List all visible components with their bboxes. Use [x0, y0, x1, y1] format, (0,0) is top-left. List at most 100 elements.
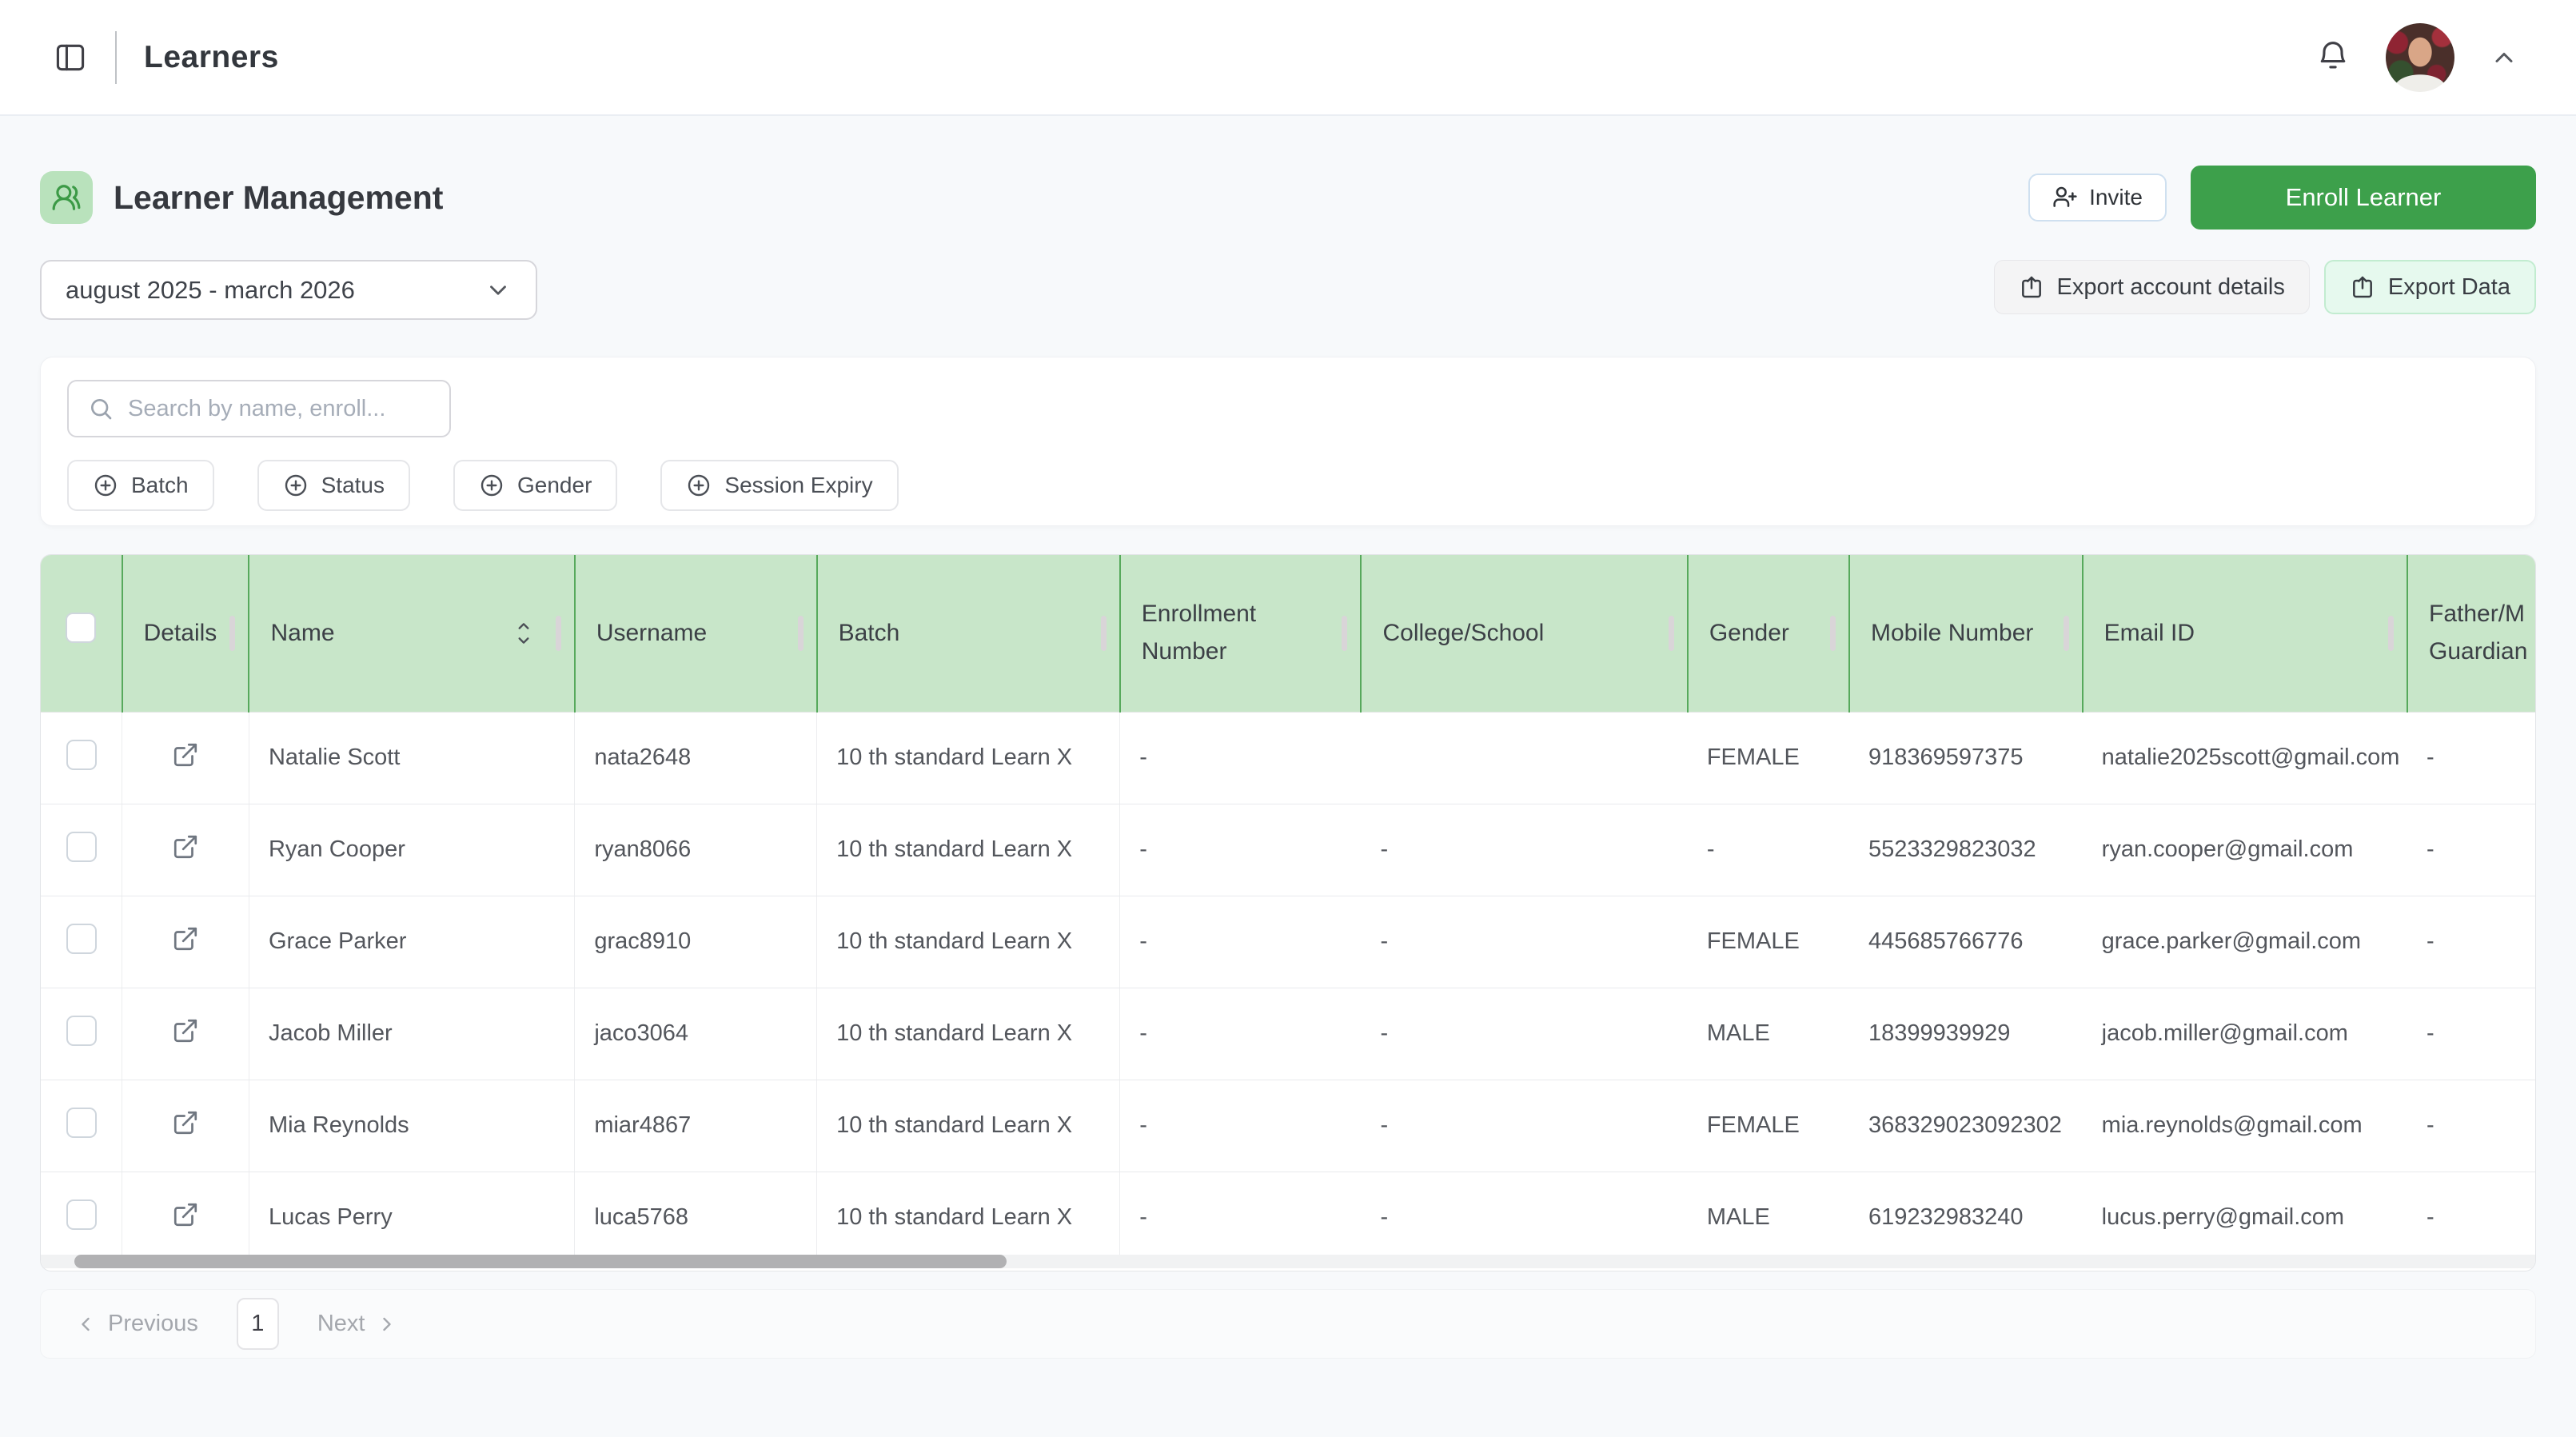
column-header-college[interactable]: College/School: [1361, 555, 1687, 712]
panel-left-icon: [53, 40, 88, 75]
export-account-details-button[interactable]: Export account details: [1994, 260, 2310, 314]
filter-card: Batch Status Gender Session Expiry: [40, 357, 2536, 526]
next-label: Next: [317, 1311, 365, 1337]
column-header-guardian[interactable]: Father/M Guardian: [2407, 555, 2535, 712]
row-checkbox[interactable]: [66, 1016, 97, 1046]
column-resize-handle[interactable]: [798, 616, 804, 651]
avatar[interactable]: [2386, 23, 2454, 92]
cell-batch: 10 th standard Learn X: [817, 1172, 1120, 1263]
open-details-button[interactable]: [172, 741, 199, 768]
column-resize-handle[interactable]: [229, 616, 235, 651]
column-resize-handle[interactable]: [1101, 616, 1107, 651]
cell-email: grace.parker@gmail.com: [2083, 896, 2407, 988]
cell-enrollment: -: [1120, 1080, 1362, 1172]
page-title: Learners: [144, 40, 279, 75]
sidebar-toggle-button[interactable]: [53, 40, 88, 75]
cell-name: Natalie Scott: [249, 712, 574, 804]
export-data-button[interactable]: Export Data: [2324, 260, 2536, 314]
filter-chip-session-expiry[interactable]: Session Expiry: [660, 460, 898, 511]
cell-gender: FEMALE: [1688, 896, 1849, 988]
cell-mobile: 918369597375: [1849, 712, 2083, 804]
column-header-name[interactable]: Name: [249, 555, 574, 712]
open-details-button[interactable]: [172, 1201, 199, 1228]
open-details-button[interactable]: [172, 833, 199, 860]
column-header-email[interactable]: Email ID: [2083, 555, 2407, 712]
topbar-right: [2315, 23, 2518, 92]
filter-chip-status[interactable]: Status: [257, 460, 410, 511]
bell-icon: [2315, 40, 2351, 75]
cell-name: Jacob Miller: [249, 988, 574, 1080]
cell-username: nata2648: [575, 712, 817, 804]
session-dropdown[interactable]: august 2025 - march 2026: [40, 260, 537, 320]
column-header-mobile[interactable]: Mobile Number: [1849, 555, 2083, 712]
filter-chip-gender[interactable]: Gender: [453, 460, 617, 511]
cell-college: [1361, 712, 1687, 804]
external-link-icon: [172, 833, 199, 860]
open-details-button[interactable]: [172, 1017, 199, 1044]
filter-chip-label: Batch: [131, 473, 189, 498]
row-checkbox[interactable]: [66, 1199, 97, 1230]
external-link-icon: [172, 741, 199, 768]
horizontal-scrollbar-track[interactable]: [41, 1255, 2535, 1268]
column-resize-handle[interactable]: [1342, 616, 1347, 651]
row-checkbox[interactable]: [66, 832, 97, 862]
column-resize-handle[interactable]: [556, 616, 561, 651]
column-header-enrollment[interactable]: Enrollment Number: [1120, 555, 1362, 712]
section-title: Learner Management: [114, 179, 443, 217]
next-page-button[interactable]: Next: [317, 1311, 399, 1337]
column-resize-handle[interactable]: [2064, 616, 2069, 651]
open-details-button[interactable]: [172, 1109, 199, 1136]
current-page-button[interactable]: 1: [237, 1298, 279, 1350]
notifications-button[interactable]: [2315, 40, 2351, 75]
column-resize-handle[interactable]: [2388, 616, 2394, 651]
horizontal-scrollbar-thumb[interactable]: [74, 1255, 1007, 1268]
row-checkbox[interactable]: [66, 924, 97, 954]
cell-batch: 10 th standard Learn X: [817, 712, 1120, 804]
column-header-gender[interactable]: Gender: [1688, 555, 1849, 712]
cell-guardian: -: [2407, 896, 2535, 988]
open-details-button[interactable]: [172, 925, 199, 952]
topbar-divider: [115, 31, 117, 84]
search-box: [67, 380, 451, 437]
main-content: Learner Management Invite Enroll Learner…: [0, 166, 2576, 1359]
cell-college: -: [1361, 1172, 1687, 1263]
cell-email: ryan.cooper@gmail.com: [2083, 804, 2407, 896]
heading-row: Learner Management Invite Enroll Learner: [40, 166, 2536, 230]
enroll-learner-button[interactable]: Enroll Learner: [2191, 166, 2536, 230]
cell-guardian: -: [2407, 1080, 2535, 1172]
column-resize-handle[interactable]: [1830, 616, 1836, 651]
column-header-username[interactable]: Username: [575, 555, 817, 712]
table-header-row: Details Name Username: [41, 555, 2535, 712]
row-checkbox[interactable]: [66, 1108, 97, 1138]
column-header-details[interactable]: Details: [122, 555, 249, 712]
table-row: Jacob Miller jaco3064 10 th standard Lea…: [41, 988, 2535, 1080]
cell-name: Mia Reynolds: [249, 1080, 574, 1172]
cell-name: Grace Parker: [249, 896, 574, 988]
profile-menu-toggle[interactable]: [2490, 43, 2518, 72]
export-icon: [2019, 274, 2044, 300]
select-all-checkbox[interactable]: [66, 613, 96, 643]
column-resize-handle[interactable]: [1669, 616, 1674, 651]
search-input[interactable]: [128, 396, 430, 422]
cell-gender: MALE: [1688, 1172, 1849, 1263]
cell-college: -: [1361, 988, 1687, 1080]
cell-mobile: 5523329823032: [1849, 804, 2083, 896]
export-account-label: Export account details: [2057, 274, 2285, 301]
cell-email: mia.reynolds@gmail.com: [2083, 1080, 2407, 1172]
row-checkbox[interactable]: [66, 740, 97, 770]
filter-chip-batch[interactable]: Batch: [67, 460, 214, 511]
filter-chips: Batch Status Gender Session Expiry: [67, 460, 2509, 511]
cell-guardian: -: [2407, 712, 2535, 804]
sort-icon[interactable]: [513, 620, 534, 647]
filter-chip-label: Gender: [517, 473, 592, 498]
cell-mobile: 368329023092302: [1849, 1080, 2083, 1172]
pagination: Previous 1 Next: [40, 1289, 2536, 1359]
cell-username: luca5768: [575, 1172, 817, 1263]
invite-button[interactable]: Invite: [2028, 174, 2167, 222]
cell-username: miar4867: [575, 1080, 817, 1172]
cell-username: ryan8066: [575, 804, 817, 896]
cell-gender: FEMALE: [1688, 712, 1849, 804]
cell-enrollment: -: [1120, 988, 1362, 1080]
column-header-batch[interactable]: Batch: [817, 555, 1120, 712]
previous-page-button[interactable]: Previous: [74, 1311, 198, 1337]
